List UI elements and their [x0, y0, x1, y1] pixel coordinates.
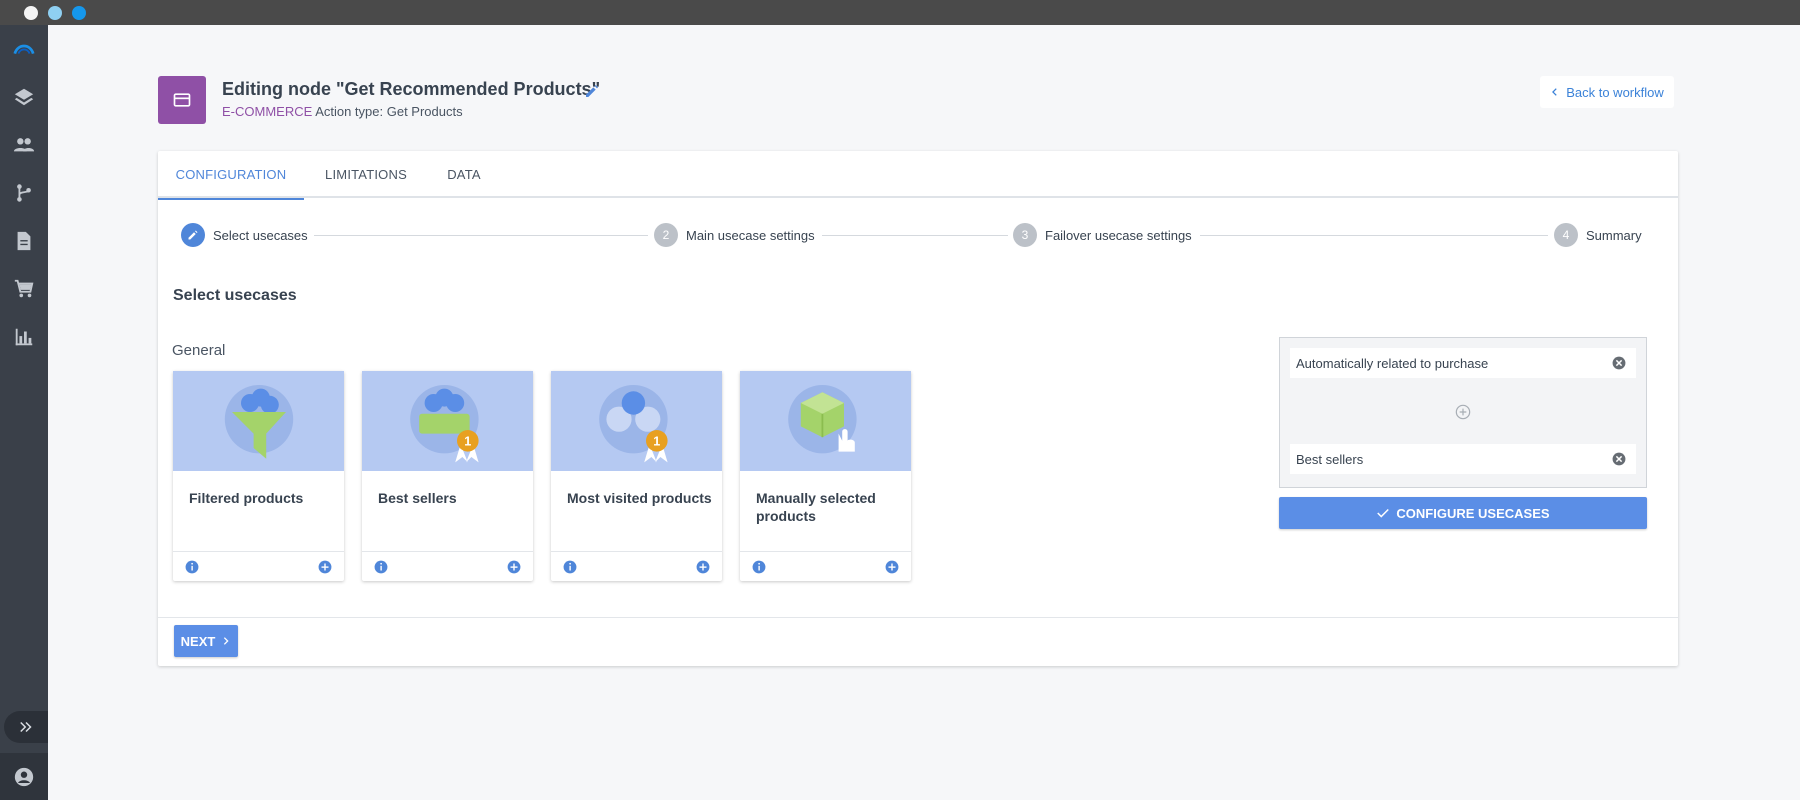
sidebar [0, 25, 48, 800]
card-footer [551, 551, 722, 581]
info-icon[interactable] [563, 560, 577, 574]
tab-data[interactable]: DATA [428, 151, 500, 198]
card-illustration: 1 [362, 371, 533, 471]
editor-panel: CONFIGURATION LIMITATIONS DATA Select us… [158, 151, 1678, 666]
selected-usecases-list: Automatically related to purchase Best s… [1279, 337, 1647, 488]
cart-icon[interactable] [0, 265, 48, 313]
back-to-workflow-label: Back to workflow [1566, 84, 1664, 100]
stepper: Select usecases 2 Main usecase settings … [158, 221, 1678, 249]
step-4-circle[interactable]: 4 [1554, 223, 1578, 247]
step-connector [822, 235, 1008, 236]
remove-circle-icon[interactable] [1612, 452, 1626, 466]
credit-card-icon [173, 93, 191, 107]
card-footer [173, 551, 344, 581]
chevron-right-icon [224, 637, 229, 645]
action-type-label: Action type: Get Products [315, 104, 463, 119]
card-title: Filtered products [189, 490, 304, 506]
configure-usecases-button[interactable]: CONFIGURE USECASES [1279, 497, 1647, 529]
card-illustration [740, 371, 911, 471]
pencil-icon[interactable] [584, 83, 600, 99]
step-1-circle[interactable] [181, 223, 205, 247]
usecase-card-most-visited[interactable]: 1 Most visited products [551, 371, 722, 581]
expand-sidebar-button[interactable] [4, 711, 48, 743]
card-footer [362, 551, 533, 581]
card-illustration: 1 [551, 371, 722, 471]
step-1-label[interactable]: Select usecases [213, 228, 308, 243]
card-title: Most visited products [567, 490, 712, 506]
basket-badge-icon: 1 [409, 385, 479, 463]
selected-usecase-label: Automatically related to purchase [1296, 355, 1489, 371]
card-title: Manually selected products [756, 490, 876, 524]
people-icon[interactable] [0, 121, 48, 169]
window-titlebar [0, 0, 1800, 25]
step-2-label[interactable]: Main usecase settings [686, 228, 815, 243]
logo-icon[interactable] [0, 25, 48, 73]
window-dot-minimize[interactable] [48, 6, 62, 20]
add-circle-outline-icon[interactable] [1455, 404, 1471, 420]
panel-divider [158, 617, 1678, 618]
selected-usecase-label: Best sellers [1296, 451, 1364, 467]
step-3-circle[interactable]: 3 [1013, 223, 1037, 247]
boxes-badge-icon: 1 [598, 385, 668, 463]
group-label: General [172, 342, 226, 359]
card-illustration [173, 371, 344, 471]
add-circle-icon[interactable] [318, 560, 332, 574]
usecase-card-best-sellers[interactable]: 1 Best sellers [362, 371, 533, 581]
step-connector [314, 235, 648, 236]
layers-icon[interactable] [0, 73, 48, 121]
add-circle-icon[interactable] [696, 560, 710, 574]
back-to-workflow-button[interactable]: Back to workflow [1540, 76, 1674, 108]
double-chevron-right-icon [20, 721, 32, 733]
info-icon[interactable] [374, 560, 388, 574]
step-3-label[interactable]: Failover usecase settings [1045, 228, 1192, 243]
window-dot-maximize[interactable] [72, 6, 86, 20]
configure-usecases-label: CONFIGURE USECASES [1396, 505, 1550, 521]
category-label: E-COMMERCE [222, 104, 313, 119]
info-icon[interactable] [752, 560, 766, 574]
usecase-card-manually-selected[interactable]: Manually selected products [740, 371, 911, 581]
next-button[interactable]: NEXT [174, 625, 238, 657]
user-avatar-button[interactable] [0, 753, 48, 800]
chevron-left-icon [1552, 88, 1557, 96]
page-title: Editing node "Get Recommended Products" [222, 79, 601, 99]
card-footer [740, 551, 911, 581]
svg-text:1: 1 [653, 434, 660, 448]
workflow-icon[interactable] [0, 169, 48, 217]
step-4-label[interactable]: Summary [1586, 228, 1642, 243]
tab-configuration[interactable]: CONFIGURATION [158, 151, 304, 200]
box-hand-icon [787, 385, 857, 454]
next-label: NEXT [180, 633, 216, 649]
user-icon [14, 767, 34, 786]
document-icon[interactable] [0, 217, 48, 265]
funnel-icon [224, 385, 293, 459]
selected-usecase-item: Best sellers [1290, 444, 1636, 474]
window-dot-close[interactable] [24, 6, 38, 20]
node-type-icon [158, 76, 206, 124]
add-circle-icon[interactable] [885, 560, 899, 574]
selected-usecase-item: Automatically related to purchase [1290, 348, 1636, 378]
usecase-card-filtered-products[interactable]: Filtered products [173, 371, 344, 581]
pencil-icon [188, 230, 198, 240]
section-title: Select usecases [173, 287, 297, 304]
card-title: Best sellers [378, 490, 457, 506]
step-connector [1200, 235, 1548, 236]
remove-circle-icon[interactable] [1612, 356, 1626, 370]
tab-limitations[interactable]: LIMITATIONS [304, 151, 428, 198]
svg-text:1: 1 [464, 434, 471, 448]
tab-bar: CONFIGURATION LIMITATIONS DATA [158, 151, 1678, 200]
node-subtitle: E-COMMERCE Action type: Get Products [222, 104, 463, 119]
step-2-circle[interactable]: 2 [654, 223, 678, 247]
add-circle-icon[interactable] [507, 560, 521, 574]
info-icon[interactable] [185, 560, 199, 574]
bar-chart-icon[interactable] [0, 313, 48, 361]
check-icon [1377, 508, 1390, 518]
